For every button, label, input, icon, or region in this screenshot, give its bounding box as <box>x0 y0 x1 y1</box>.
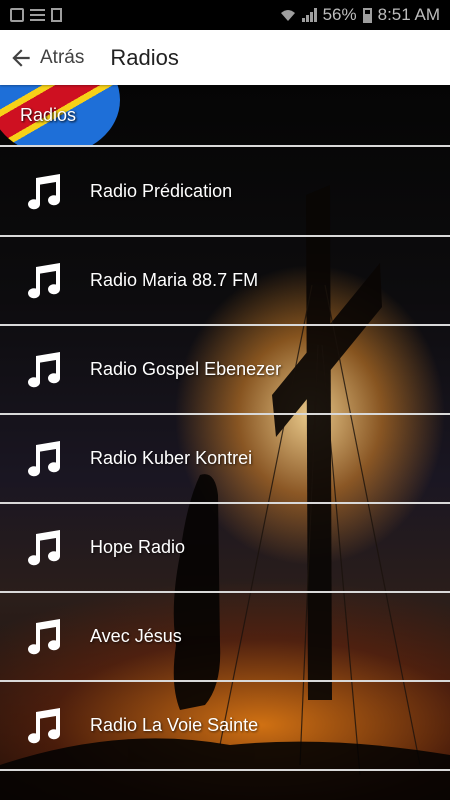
radio-item-label: Radio La Voie Sainte <box>90 715 259 735</box>
music-note-icon <box>28 262 61 298</box>
radio-item-label: Radio Kuber Kontrei <box>90 448 253 468</box>
radio-item-predication[interactable]: Radio Prédication <box>0 148 450 237</box>
radio-item-avec-jesus[interactable]: Avec Jésus <box>0 593 450 682</box>
music-note-icon <box>28 707 61 743</box>
page-title: Radios <box>110 44 179 70</box>
back-button[interactable]: Atrás <box>0 30 84 85</box>
gallery-icon <box>10 8 24 22</box>
radio-item-gospel-ebenezer[interactable]: Radio Gospel Ebenezer <box>0 326 450 415</box>
battery-percent: 56% <box>322 5 357 24</box>
radio-list: Radio Prédication Radio Maria 88.7 FM Ra… <box>0 148 450 771</box>
signal-icon <box>301 8 317 22</box>
music-note-icon <box>28 529 61 565</box>
music-note-icon <box>28 173 61 209</box>
section-banner: Radios <box>0 85 450 147</box>
radio-item-label: Radio Gospel Ebenezer <box>90 359 282 379</box>
clock: 8:51 AM <box>377 5 440 24</box>
back-label: Atrás <box>40 46 85 68</box>
radio-item-label: Radio Prédication <box>90 181 233 201</box>
radio-item-la-voie-sainte[interactable]: Radio La Voie Sainte <box>0 682 450 771</box>
status-bar-left <box>10 8 62 22</box>
radio-item-hope-radio[interactable]: Hope Radio <box>0 504 450 593</box>
back-arrow-icon <box>12 48 30 67</box>
battery-icon <box>362 7 372 23</box>
music-note-icon <box>28 618 61 654</box>
list-icon <box>30 8 45 22</box>
status-bar: 56% 8:51 AM <box>0 0 450 30</box>
status-bar-right: 56% 8:51 AM <box>280 5 440 25</box>
doc-icon <box>51 8 62 22</box>
radio-item-maria[interactable]: Radio Maria 88.7 FM <box>0 237 450 326</box>
radio-item-label: Radio Maria 88.7 FM <box>90 270 259 290</box>
wifi-icon <box>280 10 295 21</box>
app-bar: Atrás Radios <box>0 30 450 85</box>
music-note-icon <box>28 351 61 387</box>
radio-item-label: Hope Radio <box>90 537 186 557</box>
music-note-icon <box>28 440 61 476</box>
radio-item-kuber-kontrei[interactable]: Radio Kuber Kontrei <box>0 415 450 504</box>
banner-title: Radios <box>20 105 77 125</box>
radio-item-label: Avec Jésus <box>90 626 182 646</box>
